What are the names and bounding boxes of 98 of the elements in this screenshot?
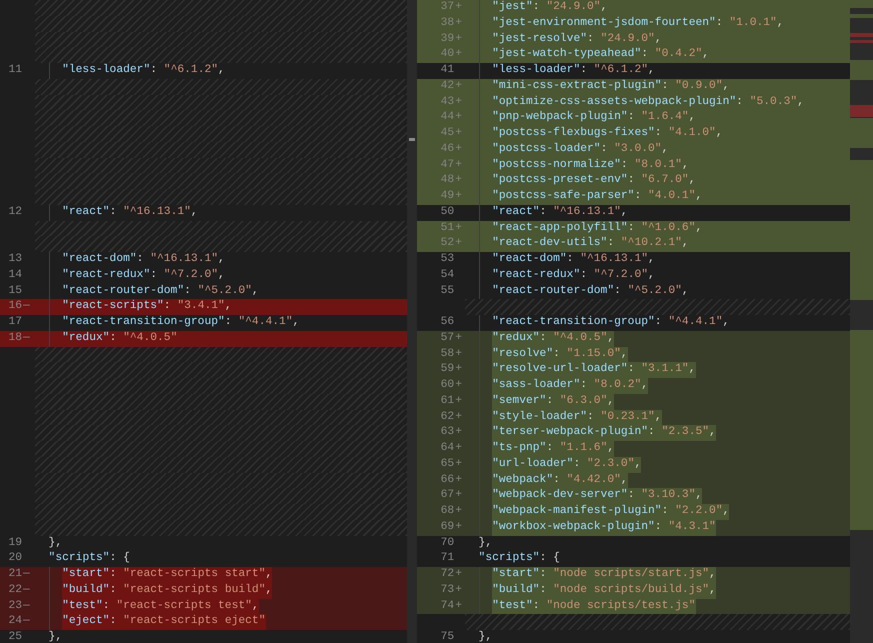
line-number: 46 — [440, 142, 454, 157]
change-marker: — — [22, 614, 31, 630]
scrollbar[interactable] — [407, 0, 417, 643]
change-marker: + — [454, 488, 463, 504]
scroll-thumb[interactable] — [409, 138, 415, 141]
line-number: 61 — [440, 394, 454, 409]
line-number: 74 — [440, 598, 454, 614]
line-number: 57 — [440, 330, 454, 346]
change-marker: + — [454, 598, 463, 614]
line-number: 62 — [440, 410, 454, 424]
line-number: 59 — [440, 362, 454, 378]
change-marker: + — [454, 94, 463, 110]
line-number: 66 — [440, 472, 454, 488]
line-number: 53 — [440, 252, 454, 267]
change-marker: + — [454, 126, 463, 141]
change-marker: + — [454, 456, 463, 472]
line-number: 70 — [440, 536, 454, 550]
change-marker: + — [454, 346, 463, 362]
change-marker: + — [454, 32, 463, 46]
change-marker: + — [454, 173, 463, 188]
change-marker: + — [454, 16, 463, 31]
change-marker: + — [454, 0, 463, 15]
line-number: 13 — [7, 252, 22, 267]
change-marker: + — [454, 410, 463, 424]
change-marker: — — [22, 330, 31, 346]
line-number: 56 — [440, 315, 454, 330]
line-number: 68 — [440, 504, 454, 519]
line-number: 18 — [7, 330, 22, 346]
change-marker: — — [22, 598, 31, 614]
change-marker: + — [454, 110, 463, 126]
line-number: 60 — [440, 378, 454, 393]
change-marker: + — [454, 425, 463, 440]
line-number: 44 — [440, 110, 454, 126]
change-marker: + — [454, 394, 463, 409]
change-marker: + — [454, 378, 463, 393]
change-marker: + — [454, 330, 463, 346]
line-number: 43 — [440, 94, 454, 110]
line-number: 71 — [440, 551, 454, 566]
code-line: "scripts": { — [478, 551, 560, 566]
change-marker: + — [454, 78, 463, 94]
line-number: 58 — [440, 346, 454, 362]
line-number: 25 — [7, 630, 22, 643]
change-marker: + — [454, 441, 463, 456]
line-number: 16 — [7, 299, 22, 314]
line-number: 48 — [440, 173, 454, 188]
line-number: 69 — [440, 520, 454, 535]
change-marker: + — [454, 142, 463, 157]
change-marker: — — [22, 582, 31, 598]
line-number: 72 — [440, 567, 454, 582]
line-number: 14 — [7, 268, 22, 283]
line-number: 51 — [440, 220, 454, 236]
line-number: 17 — [7, 315, 22, 330]
change-marker: — — [22, 567, 31, 582]
line-number: 47 — [440, 158, 454, 172]
line-number: 37 — [440, 0, 454, 15]
line-number: 15 — [7, 284, 22, 298]
line-number: 49 — [440, 189, 454, 204]
line-number: 75 — [440, 630, 454, 643]
line-number: 21 — [7, 567, 22, 582]
line-number: 54 — [440, 268, 454, 283]
line-number: 45 — [440, 126, 454, 141]
line-number: 11 — [7, 63, 22, 78]
code-line: }, — [48, 630, 62, 643]
line-number: 64 — [440, 441, 454, 456]
line-number: 42 — [440, 78, 454, 94]
change-marker: + — [454, 472, 463, 488]
line-number: 19 — [7, 536, 22, 550]
line-number: 41 — [440, 63, 454, 78]
code-line: }, — [48, 536, 62, 550]
line-number: 24 — [7, 614, 22, 630]
line-number: 23 — [7, 598, 22, 614]
change-marker: + — [454, 158, 463, 172]
line-number: 55 — [440, 284, 454, 298]
line-number: 39 — [440, 32, 454, 46]
line-number: 12 — [7, 204, 22, 220]
code-line: }, — [478, 630, 492, 643]
change-marker: + — [454, 236, 463, 252]
line-number: 67 — [440, 488, 454, 504]
line-number: 63 — [440, 425, 454, 440]
change-marker: + — [454, 504, 463, 519]
code-line: }, — [478, 536, 492, 550]
line-number: 38 — [440, 16, 454, 31]
change-marker: — — [22, 299, 31, 314]
line-number: 52 — [440, 236, 454, 252]
line-number: 22 — [7, 582, 22, 598]
line-number: 50 — [440, 204, 454, 220]
change-marker: + — [454, 47, 463, 62]
line-number: 20 — [7, 551, 22, 566]
change-marker: + — [454, 520, 463, 535]
change-marker: + — [454, 362, 463, 378]
change-marker: + — [454, 582, 463, 598]
change-marker: + — [454, 567, 463, 582]
change-marker: + — [454, 220, 463, 236]
code-line: "scripts": { — [48, 551, 130, 566]
line-number: 40 — [440, 47, 454, 62]
line-number: 65 — [440, 456, 454, 472]
change-marker: + — [454, 189, 463, 204]
line-number: 73 — [440, 582, 454, 598]
